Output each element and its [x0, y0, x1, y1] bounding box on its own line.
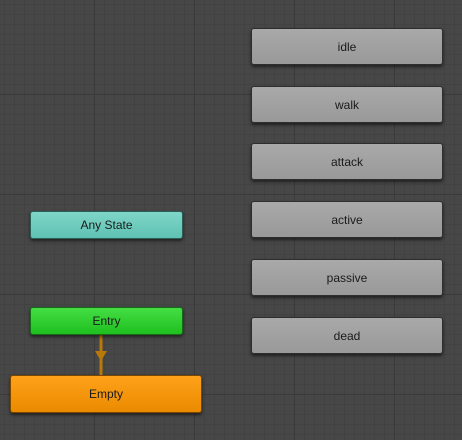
state-node-label: attack: [330, 154, 363, 169]
state-node-walk[interactable]: walk: [251, 86, 443, 123]
state-node-label: active: [331, 212, 363, 227]
state-node-label: passive: [326, 270, 368, 285]
any-state-node[interactable]: Any State: [30, 211, 183, 239]
any-state-label: Any State: [80, 218, 133, 232]
state-node-label: walk: [334, 97, 359, 112]
state-node-passive[interactable]: passive: [251, 259, 443, 296]
entry-node[interactable]: Entry: [30, 307, 183, 335]
state-node-dead[interactable]: dead: [251, 317, 443, 354]
entry-label: Entry: [92, 314, 121, 328]
state-node-label: dead: [333, 328, 361, 343]
animator-graph-canvas[interactable]: idle walk attack active passive dead Any…: [0, 0, 462, 440]
state-node-idle[interactable]: idle: [251, 28, 443, 65]
state-node-label: idle: [337, 39, 357, 54]
state-node-attack[interactable]: attack: [251, 143, 443, 180]
state-node-active[interactable]: active: [251, 201, 443, 238]
default-state-label: Empty: [88, 387, 123, 401]
default-state-node-empty[interactable]: Empty: [10, 375, 202, 413]
